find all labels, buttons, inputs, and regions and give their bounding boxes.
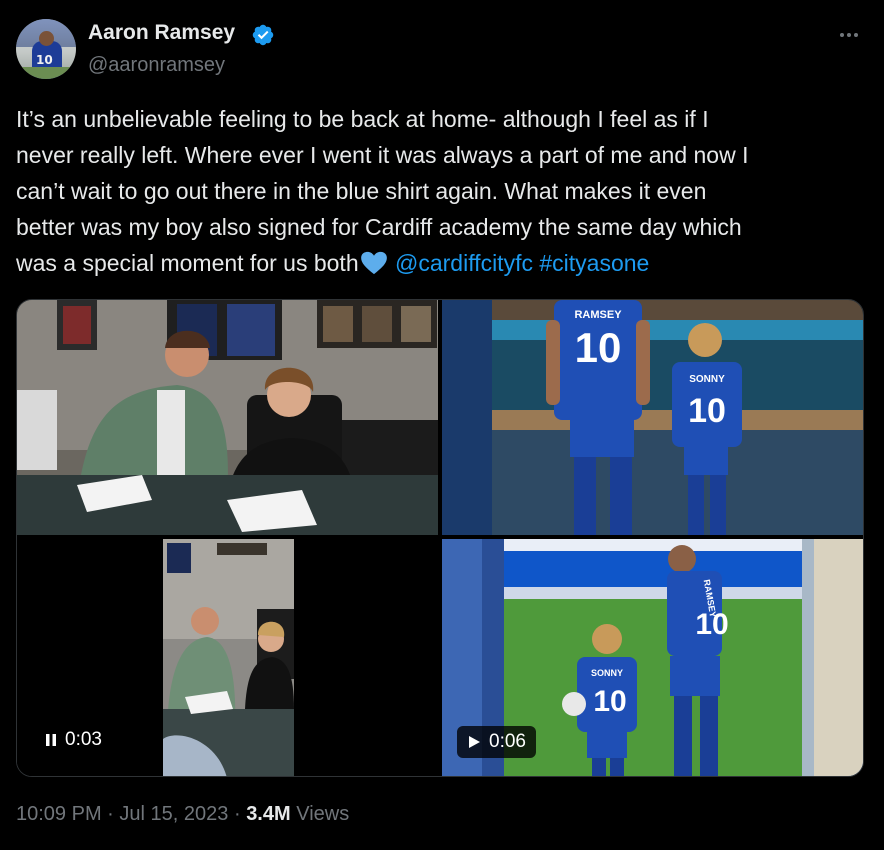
blue-heart-icon — [360, 251, 387, 275]
video-duration: 0:03 — [65, 729, 102, 750]
tweet-time[interactable]: 10:09 PM — [16, 803, 102, 825]
media-grid: RAMSEY 10 SONNY 10 0:03 RAMSEY 10 SONNY … — [16, 299, 864, 777]
views-label[interactable]: Views — [296, 803, 349, 825]
video-signing[interactable]: 0:03 — [17, 539, 438, 776]
photo-signing-illustration — [17, 300, 438, 535]
author-name[interactable]: Aaron Ramsey — [88, 21, 235, 45]
more-options-icon[interactable] — [836, 22, 862, 48]
tweet-date[interactable]: Jul 15, 2023 — [119, 803, 228, 825]
jersey-name-label: SONNY — [591, 668, 623, 678]
tweet-metadata: 10:09 PM · Jul 15, 2023 · 3.4M Views — [16, 803, 349, 826]
avatar-head — [39, 31, 54, 46]
photo-dressing-room-illustration: RAMSEY 10 SONNY 10 — [442, 300, 863, 535]
avatar-grass — [16, 67, 76, 79]
tweet-line: better was my boy also signed for Cardif… — [16, 214, 742, 240]
verified-badge-icon[interactable] — [251, 23, 275, 47]
tweet-line: never really left. Where ever I went it … — [16, 142, 749, 168]
hashtag-link[interactable]: #cityasone — [539, 250, 649, 276]
tweet-line-text: was a special moment for us both — [16, 250, 359, 276]
views-count[interactable]: 3.4M — [246, 803, 290, 825]
author-handle[interactable]: @aaronramsey — [88, 54, 225, 77]
video-tunnel[interactable]: RAMSEY 10 SONNY 10 0:06 — [442, 539, 863, 776]
mention-link[interactable]: @cardiffcityfc — [395, 250, 533, 276]
avatar[interactable]: 10 — [16, 19, 76, 79]
tweet-text: It’s an unbelievable feeling to be back … — [16, 101, 866, 281]
separator: · — [233, 803, 241, 825]
jersey-name-label: SONNY — [689, 374, 725, 385]
video-duration-badge[interactable]: 0:03 — [35, 724, 112, 756]
jersey-number-label: 10 — [688, 392, 726, 430]
photo-dressing-room[interactable]: RAMSEY 10 SONNY 10 — [442, 300, 863, 535]
video-duration-badge[interactable]: 0:06 — [457, 726, 536, 758]
video-duration: 0:06 — [489, 731, 526, 752]
pause-icon[interactable] — [45, 733, 57, 747]
tweet-line: It’s an unbelievable feeling to be back … — [16, 106, 709, 132]
photo-signing[interactable] — [17, 300, 438, 535]
jersey-name-label: RAMSEY — [574, 309, 622, 321]
tweet-line: can’t wait to go out there in the blue s… — [16, 178, 707, 204]
separator: · — [107, 803, 114, 825]
jersey-number-label: 10 — [695, 608, 728, 641]
jersey-number-label: 10 — [575, 324, 622, 371]
avatar-jersey-number: 10 — [36, 53, 53, 67]
play-icon[interactable] — [467, 735, 481, 749]
jersey-number-label: 10 — [593, 685, 626, 718]
tweet-line-last: was a special moment for us both @cardif… — [16, 245, 866, 281]
